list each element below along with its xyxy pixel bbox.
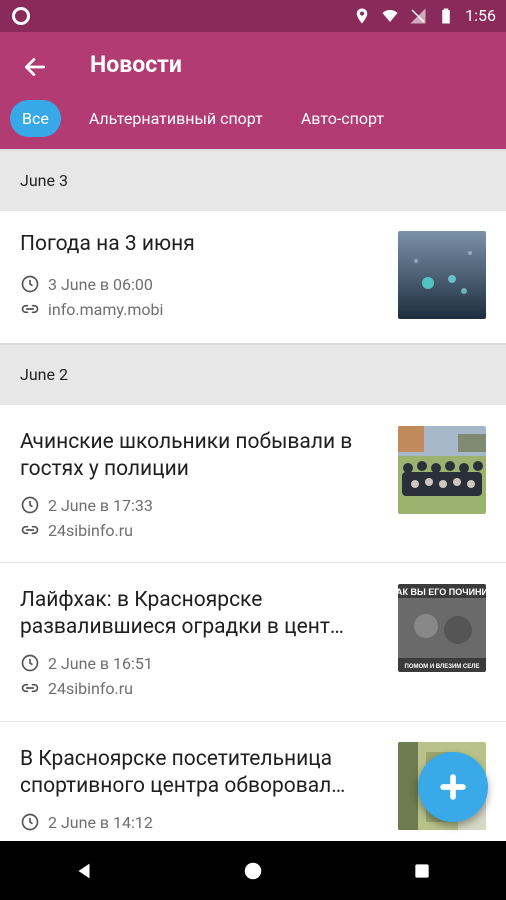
clock-icon — [21, 654, 39, 672]
news-title: Лайфхак: в Красноярске развалившиеся огр… — [20, 588, 344, 639]
meme-bottom-text: ПОМОМ И ВЛЕЗИМ СЕЛЕ — [405, 664, 480, 670]
section-header: June 3 — [0, 149, 506, 211]
status-circle-icon — [12, 7, 30, 25]
signal-off-icon — [410, 8, 426, 23]
news-thumbnail — [398, 426, 486, 514]
clock-icon — [21, 813, 39, 831]
nav-back-button[interactable] — [59, 851, 109, 891]
news-thumbnail — [398, 231, 486, 319]
nav-home-button[interactable] — [228, 851, 278, 891]
plus-icon — [440, 774, 466, 800]
news-time: 2 June в 16:51 — [48, 653, 153, 673]
app-bar: Новости Все Альтернативный спорт Авто-сп… — [0, 32, 506, 149]
news-source-row: 24sibinfo.ru — [20, 520, 133, 540]
news-source: 24sibinfo.ru — [48, 520, 133, 540]
tab-all[interactable]: Все — [10, 99, 61, 137]
meme-top-text: АК ВЫ ЕГО ПОЧИНИ — [398, 587, 486, 597]
news-source-row: 24sibinfo.ru — [20, 678, 133, 698]
status-bar: 1:56 — [0, 0, 506, 32]
meme-image: АК ВЫ ЕГО ПОЧИНИ ПОМОМ И ВЛЕЗИМ СЕЛЕ — [398, 584, 486, 672]
clock-icon — [21, 496, 39, 514]
status-icons: 1:56 — [353, 6, 496, 25]
news-title: В Красноярске посетительница спортивного… — [20, 747, 346, 798]
nav-recents-icon — [414, 863, 429, 878]
nav-back-icon — [78, 863, 90, 878]
battery-icon — [442, 8, 450, 23]
tab-auto-sport[interactable]: Авто-спорт — [291, 99, 394, 138]
news-time-row: 2 June в 14:12 — [20, 812, 153, 832]
link-icon — [21, 525, 39, 535]
news-thumbnail: АК ВЫ ЕГО ПОЧИНИ ПОМОМ И ВЛЕЗИМ СЕЛЕ — [398, 584, 486, 672]
news-title: Ачинские школьники побывали в гостях у п… — [20, 430, 353, 481]
news-time-row: 3 June в 06:00 — [20, 274, 153, 294]
status-time: 1:56 — [465, 6, 496, 25]
section-date: June 3 — [20, 171, 68, 190]
news-source: info.mamy.mobi — [48, 299, 164, 319]
news-time: 2 June в 17:33 — [48, 495, 153, 515]
news-title: Погода на 3 июня — [20, 232, 195, 256]
nav-home-icon — [244, 862, 262, 879]
link-icon — [21, 304, 39, 314]
news-time: 3 June в 06:00 — [48, 274, 153, 294]
category-tabs: Все Альтернативный спорт Авто-спорт — [10, 99, 496, 137]
system-nav-bar — [0, 841, 506, 900]
add-button[interactable] — [418, 752, 488, 822]
news-time-row: 2 June в 17:33 — [20, 495, 153, 515]
news-item[interactable]: Погода на 3 июня 3 June в 06:00 info.mam… — [0, 211, 506, 344]
rainy-window-image — [398, 231, 486, 319]
page-title: Новости — [90, 51, 182, 78]
news-time: 2 June в 14:12 — [48, 812, 153, 832]
tab-alternative-sport[interactable]: Альтернативный спорт — [79, 99, 273, 138]
news-item[interactable]: Лайфхак: в Красноярске развалившиеся огр… — [0, 563, 506, 722]
back-arrow-icon — [24, 58, 46, 76]
wifi-icon — [382, 9, 398, 22]
location-icon — [356, 8, 368, 23]
news-item[interactable]: Ачинские школьники побывали в гостях у п… — [0, 405, 506, 563]
clock-icon — [21, 275, 39, 293]
back-button[interactable] — [20, 52, 50, 82]
link-icon — [21, 683, 39, 693]
news-source: 24sibinfo.ru — [48, 678, 133, 698]
nav-recents-button[interactable] — [397, 851, 447, 891]
news-source-row: info.mamy.mobi — [20, 299, 163, 319]
section-date: June 2 — [20, 365, 68, 384]
news-time-row: 2 June в 16:51 — [20, 653, 153, 673]
group-photo-image — [398, 426, 486, 514]
section-header: June 2 — [0, 343, 506, 405]
